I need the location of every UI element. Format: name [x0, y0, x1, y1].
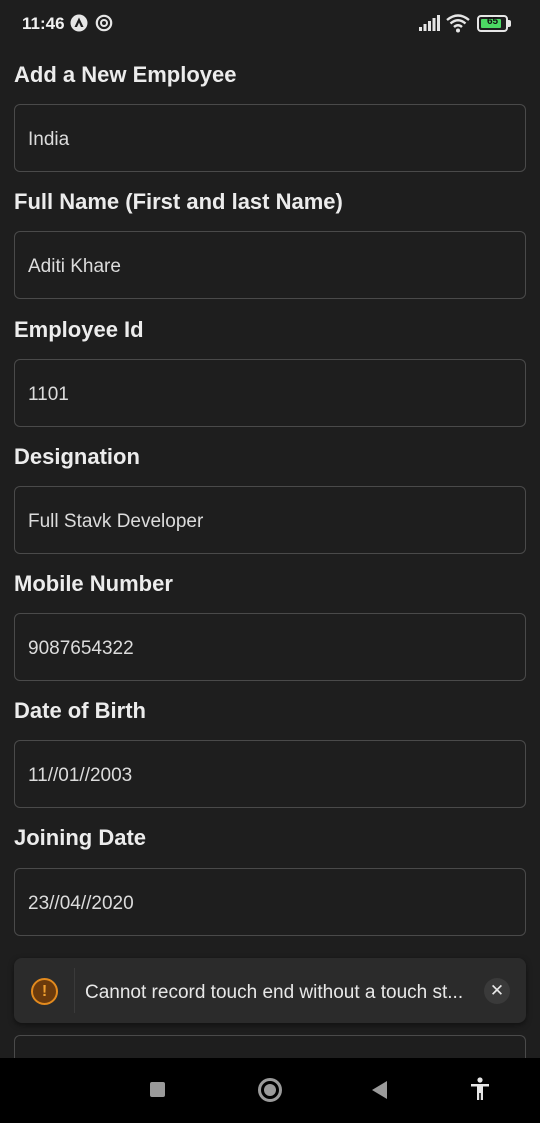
error-toast: ! Cannot record touch end without a touc… — [14, 958, 526, 1023]
accessibility-icon[interactable] — [470, 1077, 490, 1101]
joining-date-field-value: 23//04//2020 — [28, 893, 134, 914]
battery-level: 65 — [486, 16, 499, 27]
designation-label: Designation — [14, 444, 140, 469]
joining-date-label: Joining Date — [14, 825, 147, 850]
status-bar: 11:46 65 — [0, 0, 540, 48]
status-time: 11:46 — [22, 14, 65, 33]
employee-id-field-value: 1101 — [28, 384, 69, 405]
close-icon[interactable]: ✕ — [484, 978, 510, 1004]
toast-message: Cannot record touch end without a touch … — [85, 982, 464, 1003]
battery-icon: 65 — [477, 15, 511, 32]
employee-id-field[interactable]: 1101 — [14, 359, 526, 427]
mobile-number-field[interactable]: 9087654322 — [14, 613, 526, 681]
recents-icon[interactable] — [150, 1082, 165, 1097]
navigation-bar — [0, 1058, 540, 1123]
data-saver-icon — [95, 14, 113, 32]
mobile-number-field-value: 9087654322 — [28, 638, 134, 659]
full-name-field-value: Aditi Khare — [28, 256, 121, 277]
mobile-number-label: Mobile Number — [14, 571, 173, 596]
date-of-birth-label: Date of Birth — [14, 698, 146, 723]
android-auto-icon — [70, 14, 88, 32]
employee-id-label: Employee Id — [14, 317, 144, 342]
date-of-birth-field-value: 11//01//2003 — [28, 765, 133, 786]
designation-field[interactable]: Full Stavk Developer — [14, 486, 526, 554]
page-title: Add a New Employee — [14, 62, 237, 87]
country-field-value: India — [28, 129, 70, 150]
warning-icon: ! — [31, 978, 58, 1005]
full-name-field[interactable]: Aditi Khare — [14, 231, 526, 299]
date-of-birth-field[interactable]: 11//01//2003 — [14, 740, 526, 808]
joining-date-field[interactable]: 23//04//2020 — [14, 868, 526, 936]
back-icon[interactable] — [372, 1081, 387, 1099]
wifi-icon — [446, 14, 470, 33]
toast-divider — [74, 968, 75, 1013]
signal-icon — [419, 15, 440, 31]
country-field[interactable]: India — [14, 104, 526, 172]
home-icon[interactable] — [258, 1078, 282, 1102]
designation-field-value: Full Stavk Developer — [28, 511, 204, 532]
full-name-label: Full Name (First and last Name) — [14, 189, 343, 214]
